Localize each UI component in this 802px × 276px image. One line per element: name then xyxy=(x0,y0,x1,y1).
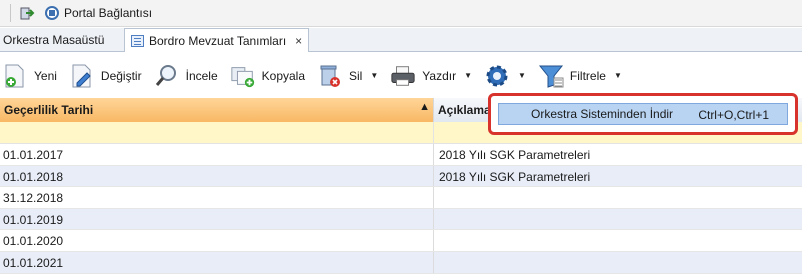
tab-label: Orkestra Masaüstü xyxy=(3,32,105,47)
tab-payroll-regulation[interactable]: Bordro Mevzuat Tanımları × xyxy=(124,28,310,52)
tab-orkestra-desktop[interactable]: Orkestra Masaüstü xyxy=(0,28,124,51)
new-button[interactable]: Yeni xyxy=(2,63,57,89)
cell-date: 01.01.2017 xyxy=(0,144,434,165)
cell-date: 01.01.2020 xyxy=(0,230,434,251)
delete-label: Sil xyxy=(349,68,363,83)
filter-cell-date[interactable] xyxy=(0,122,434,143)
cell-description: 2018 Yılı SGK Parametreleri xyxy=(439,169,591,184)
cell-date: 31.12.2018 xyxy=(0,187,434,208)
chevron-down-icon[interactable]: ▼ xyxy=(464,71,472,80)
trash-icon xyxy=(317,63,343,89)
view-button[interactable]: İncele xyxy=(154,63,218,89)
column-header-date-label: Geçerlilik Tarihi xyxy=(4,103,94,117)
cell-date: 01.01.2019 xyxy=(0,208,434,230)
menu-item-label: Orkestra Sisteminden İndir xyxy=(531,107,674,121)
chevron-down-icon[interactable]: ▼ xyxy=(518,71,526,80)
column-header-date[interactable]: Geçerlilik Tarihi ▲ xyxy=(0,98,434,122)
top-toolbar: Portal Bağlantısı xyxy=(0,0,802,27)
chevron-down-icon[interactable]: ▼ xyxy=(370,71,378,80)
toolbar-separator xyxy=(10,4,11,22)
grid-rows: 01.01.2017 2018 Yılı SGK Parametreleri 0… xyxy=(0,144,802,274)
table-row[interactable]: 01.01.2019 xyxy=(0,208,802,231)
edit-button[interactable]: Değiştir xyxy=(69,63,142,89)
menu-item-download-from-orkestra[interactable]: Orkestra Sisteminden İndir Ctrl+O,Ctrl+1 xyxy=(498,103,788,125)
copy-button[interactable]: Kopyala xyxy=(230,63,305,89)
chevron-down-icon[interactable]: ▼ xyxy=(614,71,622,80)
table-row[interactable]: 01.01.2020 xyxy=(0,230,802,252)
settings-button[interactable]: ▼ xyxy=(484,63,526,89)
cell-date: 01.01.2018 xyxy=(0,165,434,187)
portal-connection-label: Portal Bağlantısı xyxy=(64,6,153,20)
form-icon xyxy=(131,34,144,47)
edit-label: Değiştir xyxy=(100,68,142,83)
filter-label: Filtrele xyxy=(569,68,606,83)
settings-dropdown-menu: Orkestra Sisteminden İndir Ctrl+O,Ctrl+1 xyxy=(488,93,798,135)
print-button[interactable]: Yazdır ▼ xyxy=(390,63,472,89)
filter-button[interactable]: Filtrele ▼ xyxy=(538,63,622,89)
copy-label: Kopyala xyxy=(261,68,306,83)
action-toolbar: Yeni Değiştir İncele Kopyala Sil ▼ Yazdı… xyxy=(0,53,802,98)
filter-funnel-icon xyxy=(538,63,564,89)
column-header-description-label: Açıklama xyxy=(438,103,491,117)
printer-icon xyxy=(390,63,416,89)
menu-item-shortcut: Ctrl+O,Ctrl+1 xyxy=(698,108,769,122)
copy-icon xyxy=(230,63,256,89)
delete-button[interactable]: Sil ▼ xyxy=(317,63,378,89)
cell-date: 01.01.2021 xyxy=(0,251,434,273)
globe-icon xyxy=(45,6,59,20)
portal-connection-button[interactable]: Portal Bağlantısı xyxy=(45,6,152,20)
table-row[interactable]: 31.12.2018 xyxy=(0,187,802,209)
new-label: Yeni xyxy=(34,68,57,83)
cell-description xyxy=(434,187,802,208)
table-row[interactable]: 01.01.2021 xyxy=(0,251,802,274)
table-row[interactable]: 01.01.2017 2018 Yılı SGK Parametreleri xyxy=(0,144,802,166)
cell-description xyxy=(434,230,802,251)
close-icon[interactable]: × xyxy=(295,34,302,48)
edit-document-icon xyxy=(69,63,95,89)
magnifier-icon xyxy=(154,63,180,89)
view-label: İncele xyxy=(185,68,218,83)
cell-description xyxy=(434,252,802,273)
gear-icon xyxy=(484,63,510,89)
tab-bar: Orkestra Masaüstü Bordro Mevzuat Tanımla… xyxy=(0,28,802,52)
cell-description: 2018 Yılı SGK Parametreleri xyxy=(439,148,591,162)
table-row[interactable]: 01.01.2018 2018 Yılı SGK Parametreleri xyxy=(0,165,802,188)
cell-description xyxy=(434,209,802,230)
print-label: Yazdır xyxy=(422,68,457,83)
tab-label: Bordro Mevzuat Tanımları xyxy=(149,33,287,48)
exit-icon[interactable] xyxy=(19,5,35,21)
new-document-icon xyxy=(2,63,28,89)
sort-ascending-icon: ▲ xyxy=(419,101,430,113)
